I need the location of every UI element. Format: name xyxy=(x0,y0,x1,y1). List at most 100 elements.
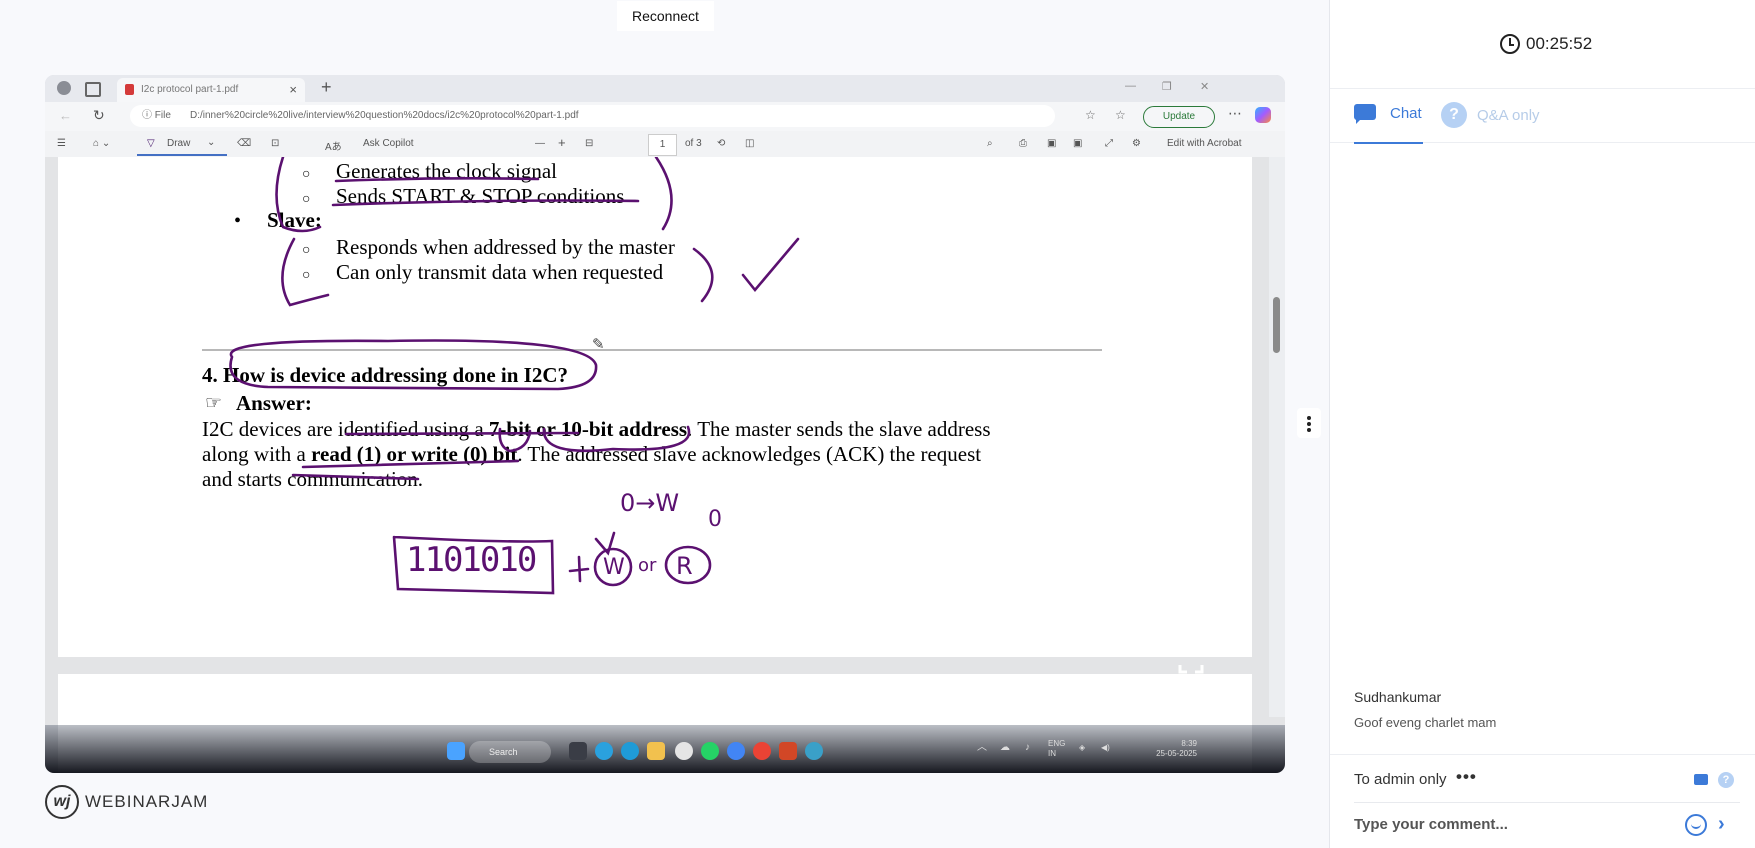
contents-icon: ☰ xyxy=(57,138,66,149)
telegram-icon xyxy=(595,742,613,760)
window-close-icon: ✕ xyxy=(1200,81,1210,93)
chat-mode-icon[interactable] xyxy=(1694,774,1708,785)
draw-pen-icon: ▽ xyxy=(147,138,155,149)
comment-input[interactable] xyxy=(1354,809,1674,839)
highlight-icon: ⌂ ⌄ xyxy=(93,138,111,149)
ink-r: R xyxy=(676,552,693,580)
browser-tab: I2c protocol part-1.pdf × xyxy=(117,78,305,102)
cloud-icon: ☁ xyxy=(1000,742,1010,753)
recipient-more-button[interactable]: ••• xyxy=(1456,767,1477,787)
send-icon[interactable]: › xyxy=(1718,813,1725,836)
eraser-icon: ⌫ xyxy=(237,138,252,149)
close-tab-icon: × xyxy=(289,82,297,97)
language-indicator: ENG IN xyxy=(1048,739,1065,759)
back-icon: ← xyxy=(59,108,72,123)
question-icon: ? xyxy=(1441,102,1467,128)
ink-or: or xyxy=(638,555,657,576)
browser-address-bar: ← ↻ ⓘ File D:/inner%20circle%20live/inte… xyxy=(45,102,1285,131)
divider xyxy=(1354,802,1740,803)
profile-icon xyxy=(57,81,71,95)
ink-underline xyxy=(301,459,520,469)
minimize-icon: — xyxy=(1125,80,1136,92)
pdf-page: ○ Generates the clock signal ○ Sends STA… xyxy=(58,157,1252,657)
ink-bracket xyxy=(692,247,714,303)
webinarjam-logo-icon: wj xyxy=(45,785,79,819)
tray-chevron-icon: ︿ xyxy=(977,742,987,753)
browser-tab-bar: I2c protocol part-1.pdf × + — ❐ ✕ xyxy=(45,75,1285,102)
save-as-icon: ▣ xyxy=(1073,138,1083,149)
help-icon[interactable]: ? xyxy=(1718,772,1734,788)
whatsapp-icon xyxy=(701,742,719,760)
scroll-thumb xyxy=(1273,297,1280,353)
taskbar-time: 8:39 xyxy=(1181,739,1197,748)
ink-plus xyxy=(568,555,590,583)
ink-underline xyxy=(331,199,640,207)
zoom-out-icon: — xyxy=(535,138,545,149)
tab-qa-label: Q&A only xyxy=(1477,107,1540,124)
chevron-down-icon: ⌄ xyxy=(207,137,216,148)
powerpoint-icon xyxy=(779,742,797,760)
message-author: Sudhankumar xyxy=(1354,689,1442,705)
page-total: of 3 xyxy=(685,138,702,149)
message-text: Goof eveng charlet mam xyxy=(1354,715,1497,730)
lang-text: ENG xyxy=(1048,739,1066,748)
pdf-document-area: ○ Generates the clock signal ○ Sends STA… xyxy=(45,157,1285,773)
panel-options-button[interactable] xyxy=(1297,408,1321,438)
screen-share-video: I2c protocol part-1.pdf × + — ❐ ✕ ← ↻ ⓘ … xyxy=(45,75,1285,773)
folder-icon xyxy=(647,742,665,760)
ink-underline xyxy=(334,177,540,183)
page-number-field: 1 xyxy=(648,134,677,156)
chatgpt-icon xyxy=(675,742,693,760)
clock-readout: 8:39 25-05-2025 xyxy=(1131,739,1197,759)
draw-tool: ▽ Draw ⌄ xyxy=(137,134,227,156)
pdf-scrollbar xyxy=(1269,157,1285,717)
ink-annotations xyxy=(229,157,800,595)
reconnect-button[interactable]: Reconnect xyxy=(617,1,714,31)
find-icon: ⌕ xyxy=(987,138,993,149)
copilot-icon xyxy=(1255,107,1271,123)
emoji-icon[interactable] xyxy=(1685,814,1707,836)
recipient-selector[interactable]: To admin only xyxy=(1354,771,1447,788)
app-icon xyxy=(805,742,823,760)
page-view-icon: ◫ xyxy=(745,138,755,149)
collections-icon: ☆ xyxy=(1115,108,1126,122)
favorites-icon: ☆ xyxy=(1085,108,1096,122)
region-text: IN xyxy=(1048,749,1056,758)
new-tab-icon: + xyxy=(321,77,332,97)
timer-value: 00:25:52 xyxy=(1526,34,1593,53)
url-text: D:/inner%20circle%20live/interview%20que… xyxy=(190,110,579,121)
chat-sidebar: 00:25:52 Chat ? Q&A only Sudhankumar Goo… xyxy=(1329,0,1755,848)
tab-chat[interactable]: Chat xyxy=(1354,102,1423,144)
settings-icon: ⚙ xyxy=(1132,138,1141,149)
ink-binary: 1101010 xyxy=(406,540,537,580)
text-icon: ⊡ xyxy=(271,138,280,149)
mic-icon: ♪ xyxy=(1025,742,1030,753)
volume-icon: ◀) xyxy=(1101,743,1110,752)
chrome-icon xyxy=(727,742,745,760)
taskbar-search: Search xyxy=(469,741,551,763)
draw-label: Draw xyxy=(167,138,191,149)
fullscreen-icon[interactable] xyxy=(1178,648,1204,674)
read-aloud-icon: Aあ xyxy=(325,142,342,153)
tab-chat-label: Chat xyxy=(1390,105,1422,122)
refresh-icon: ↻ xyxy=(93,107,105,123)
ink-underline xyxy=(291,473,420,481)
windows-taskbar: Search ︿ ☁ ♪ ENG IN ◈ ◀) 8:39 25-05-2025 xyxy=(45,725,1285,773)
file-scheme-label: ⓘ File xyxy=(142,110,171,121)
rotate-icon: ⟲ xyxy=(717,138,726,149)
maximize-icon: ❐ xyxy=(1162,81,1172,93)
ink-w: W xyxy=(603,555,625,580)
pdf-file-icon xyxy=(125,84,134,95)
chat-icon xyxy=(1354,104,1376,124)
sidebar-tabs: Chat ? Q&A only xyxy=(1330,88,1755,144)
zoom-in-icon: + xyxy=(558,135,566,150)
chrome-profile-icon xyxy=(753,742,771,760)
url-field: ⓘ File D:/inner%20circle%20live/intervie… xyxy=(130,105,1055,127)
ink-check xyxy=(741,237,800,293)
ink-ellipse xyxy=(229,339,598,391)
ink-bracket xyxy=(281,237,330,307)
ink-one: 0 xyxy=(708,507,722,532)
ask-copilot: Ask Copilot xyxy=(363,138,414,149)
update-button: Update xyxy=(1143,106,1215,128)
session-timer: 00:25:52 xyxy=(1330,0,1755,89)
